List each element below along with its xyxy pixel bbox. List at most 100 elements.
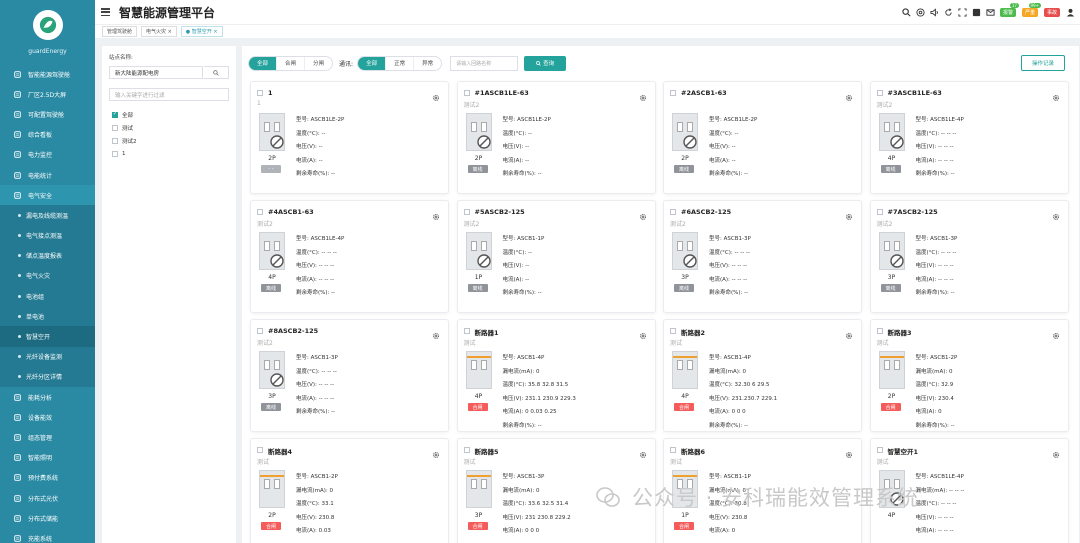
breaker-card[interactable]: 断路器1 测试 4P 合闸 型号: ASCB1-4P 漏电流(mA): 0 温度(°C): … — [456, 319, 656, 432]
query-button[interactable]: 查询 — [524, 55, 567, 71]
settings-gear-icon[interactable] — [432, 444, 440, 459]
breaker-card[interactable]: #1ASCB1LE-63 测试2 2P 离线 型号: ASCB1LE-2P 温度(°C):… — [456, 81, 656, 194]
card-checkbox[interactable] — [463, 90, 470, 96]
tree-checkbox[interactable]: ✓ — [112, 111, 118, 118]
mode-option[interactable]: 合闸 — [277, 56, 306, 70]
station-select[interactable]: 新大陆能源配电房 — [109, 66, 203, 79]
comm-option[interactable]: 正常 — [386, 56, 415, 70]
comm-option[interactable]: 异常 — [414, 57, 441, 70]
card-checkbox[interactable] — [876, 90, 883, 96]
breaker-card[interactable]: 断路器4 测试 2P 合闸 型号: ASCB1-2P 漏电流(mA): 0 温度(°C): … — [250, 438, 449, 543]
sidebar-item[interactable]: 预付费系统 — [0, 468, 95, 488]
breaker-card[interactable]: 1 1 2P - - 型号: ASCB1LE-2P 温度(°C): -- 电压(V): --… — [250, 81, 449, 194]
sidebar-item[interactable]: 可配置驾驶舱 — [0, 104, 95, 124]
tree-node[interactable]: 测试 — [112, 121, 137, 134]
card-checkbox[interactable] — [463, 328, 470, 334]
tab-item[interactable]: 电气火灾 × — [141, 26, 177, 37]
card-checkbox[interactable] — [670, 447, 676, 453]
breaker-card[interactable]: 断路器3 测试 2P 合闸 型号: ASCB1-2P 漏电流(mA): 0 温度(°C): … — [869, 319, 1069, 432]
settings-gear-icon[interactable] — [1052, 444, 1060, 459]
sidebar-item[interactable]: 光纤设备监测 — [0, 346, 95, 367]
settings-gear-icon[interactable] — [639, 87, 647, 102]
tree-checkbox[interactable] — [112, 137, 118, 144]
sidebar-item[interactable]: 电池组 — [0, 286, 95, 307]
breaker-card[interactable]: #6ASCB2-125 测试2 3P 离线 型号: ASCB1-3P 温度(°C): --… — [663, 200, 862, 313]
card-checkbox[interactable] — [876, 447, 883, 453]
sidebar-item[interactable]: 综合看板 — [0, 125, 95, 145]
tree-node[interactable]: 测试2 — [112, 134, 137, 147]
settings-gear-icon[interactable] — [639, 444, 647, 459]
alarm-badge[interactable]: 事故 — [1043, 7, 1060, 17]
user-icon[interactable] — [1066, 8, 1075, 17]
settings-gear-icon[interactable] — [845, 444, 853, 459]
sidebar-item[interactable]: 电气接点测温 — [0, 225, 95, 246]
sidebar-item[interactable]: 分布式光伏 — [0, 488, 95, 508]
sidebar-item[interactable]: 电能统计 — [0, 165, 95, 185]
settings-gear-icon[interactable] — [432, 206, 440, 221]
tree-filter-input[interactable]: 输入关键字进行过滤 — [109, 88, 229, 101]
alarm-badge[interactable]: 报警 17 — [999, 2, 1019, 17]
card-checkbox[interactable] — [670, 209, 676, 215]
card-checkbox[interactable] — [257, 447, 263, 453]
tab-item[interactable]: ● 智慧空开 × — [180, 26, 223, 37]
sidebar-item[interactable]: 电力监控 — [0, 145, 95, 165]
settings-gear-icon[interactable] — [1052, 206, 1060, 221]
card-checkbox[interactable] — [670, 328, 676, 334]
sidebar-item[interactable]: 充能系统 — [0, 528, 95, 543]
sidebar-item[interactable]: 电气火灾 — [0, 265, 95, 287]
sidebar-item[interactable]: 电气安全 — [0, 185, 95, 206]
card-checkbox[interactable] — [876, 328, 883, 334]
app-icon[interactable] — [972, 8, 981, 17]
breaker-card[interactable]: #4ASCB1-63 测试2 4P 离线 型号: ASCB1LE-4P 温度(°C): -… — [250, 200, 449, 313]
mode-option[interactable]: 分闸 — [305, 57, 332, 70]
menu-toggle-icon[interactable] — [101, 8, 110, 16]
tree-checkbox[interactable] — [112, 124, 118, 131]
settings-gear-icon[interactable] — [845, 325, 853, 340]
settings-gear-icon[interactable] — [432, 325, 440, 340]
sidebar-item[interactable]: 组态管理 — [0, 427, 95, 447]
breaker-card[interactable]: #3ASCB1LE-63 测试2 4P 离线 型号: ASCB1LE-4P 温度(°C):… — [869, 81, 1069, 194]
breaker-card[interactable]: 断路器2 测试 4P 合闸 型号: ASCB1-4P 漏电流(mA): 0 温度(°C): … — [663, 319, 862, 432]
card-checkbox[interactable] — [463, 209, 470, 215]
sidebar-item[interactable]: 设备能效 — [0, 407, 95, 427]
breaker-card[interactable]: #2ASCB1-63 2P 离线 型号: ASCB1LE-2P 温度(°C): -- 电压… — [663, 81, 862, 194]
settings-gear-icon[interactable] — [845, 87, 853, 102]
refresh-icon[interactable] — [944, 7, 953, 17]
sidebar-item[interactable]: 分布式储能 — [0, 508, 95, 528]
tree-checkbox[interactable] — [112, 150, 118, 157]
card-checkbox[interactable] — [876, 209, 883, 215]
comm-option[interactable]: 全部 — [358, 56, 387, 70]
globe-icon[interactable] — [916, 7, 925, 17]
breaker-card[interactable]: #8ASCB2-125 测试2 3P 离线 型号: ASCB1-3P 温度(°C): --… — [250, 319, 449, 432]
circuit-search-input[interactable]: 请输入回路名称 — [450, 55, 519, 71]
sidebar-item[interactable]: 单电池 — [0, 306, 95, 327]
settings-gear-icon[interactable] — [845, 206, 853, 221]
tree-node[interactable]: 1 — [112, 147, 137, 160]
settings-gear-icon[interactable] — [639, 206, 647, 221]
card-checkbox[interactable] — [257, 328, 263, 334]
settings-gear-icon[interactable] — [432, 87, 440, 102]
tree-node[interactable]: ✓ 全部 — [112, 108, 137, 121]
breaker-card[interactable]: #7ASCB2-125 测试2 3P 离线 型号: ASCB1-3P 温度(°C): --… — [869, 200, 1069, 313]
card-checkbox[interactable] — [257, 90, 263, 96]
settings-gear-icon[interactable] — [1052, 325, 1060, 340]
card-checkbox[interactable] — [463, 447, 470, 453]
alarm-badge[interactable]: 严重 99+ — [1021, 2, 1041, 17]
settings-gear-icon[interactable] — [1052, 87, 1060, 102]
search-icon[interactable] — [902, 7, 911, 17]
tab-item[interactable]: 管理驾驶舱 — [102, 26, 138, 37]
mode-option[interactable]: 全部 — [249, 56, 278, 70]
card-checkbox[interactable] — [670, 90, 676, 96]
sidebar-item[interactable]: 能耗分析 — [0, 387, 95, 407]
operation-log-button[interactable]: 操作记录 — [1021, 55, 1065, 71]
sidebar-item[interactable]: 智能能源驾驶舱 — [0, 64, 95, 84]
sidebar-item[interactable]: 厂区2.5D大屏 — [0, 84, 95, 104]
sidebar-item[interactable]: 光纤分区详情 — [0, 366, 95, 387]
settings-gear-icon[interactable] — [639, 325, 647, 340]
sidebar-item[interactable]: 智慧空开 — [0, 326, 95, 347]
breaker-card[interactable]: #5ASCB2-125 测试2 1P 离线 型号: ASCB1-1P 温度(°C): --… — [456, 200, 656, 313]
sidebar-item[interactable]: 漏电及线缆测温 — [0, 205, 95, 226]
mail-icon[interactable] — [986, 8, 995, 17]
card-checkbox[interactable] — [257, 209, 263, 215]
station-search-button[interactable] — [204, 66, 229, 79]
